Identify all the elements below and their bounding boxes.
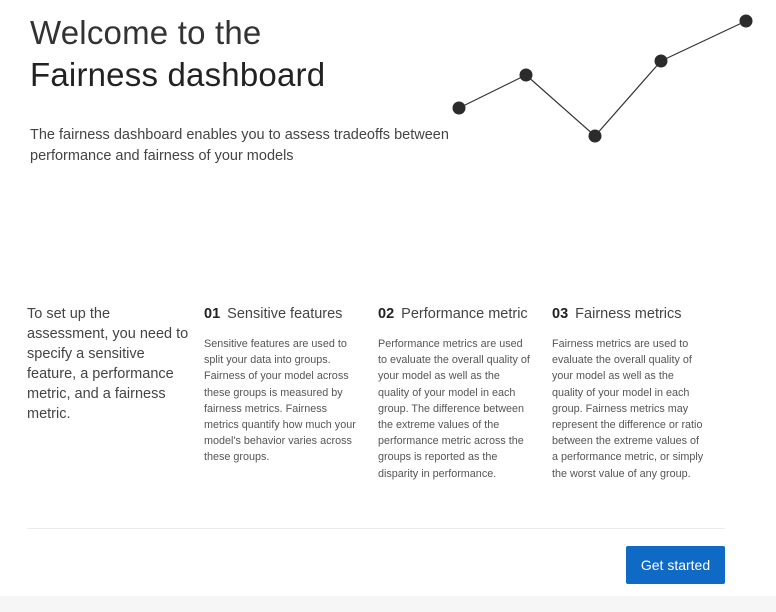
decor-point [452,101,466,115]
step-description: Fairness metrics are used to evaluate th… [552,338,704,480]
step-heading: 01 Sensitive features [204,304,360,324]
step-heading: 02 Performance metric [378,304,534,324]
fairness-welcome-page: Welcome to the Fairness dashboard The fa… [0,0,776,612]
decor-segment [458,74,527,109]
step-title: Fairness metrics [575,306,682,322]
decor-point [588,129,602,143]
bottom-strip [0,596,776,612]
decor-segment [525,74,596,137]
decor-point [519,68,533,82]
step-description: Sensitive features are used to split you… [204,338,356,464]
decor-point [739,14,753,28]
step-performance-metric: 02 Performance metric Performance metric… [378,304,534,482]
decorative-line-chart [452,14,753,143]
step-number: 01 [204,306,221,322]
step-number: 02 [378,306,395,322]
step-heading: 03 Fairness metrics [552,304,708,324]
step-title: Performance metric [401,306,528,322]
decorative-points [452,14,753,143]
decor-point [654,54,668,68]
step-sensitive-features: 01 Sensitive features Sensitive features… [204,304,360,466]
step-number: 03 [552,306,569,322]
page-title-line-1: Welcome to the [30,14,262,51]
setup-intro-text: To set up the assessment, you need to sp… [27,306,189,422]
page-subtitle: The fairness dashboard enables you to as… [30,127,449,164]
get-started-button[interactable]: Get started [626,546,725,584]
decor-segment [660,20,747,62]
decor-segment [594,60,662,137]
page-title-line-2: Fairness dashboard [30,56,326,93]
decorative-line-segments [458,20,747,137]
section-divider [27,528,725,529]
step-fairness-metrics: 03 Fairness metrics Fairness metrics are… [552,304,708,482]
step-title: Sensitive features [227,306,343,322]
step-description: Performance metrics are used to evaluate… [378,338,530,480]
